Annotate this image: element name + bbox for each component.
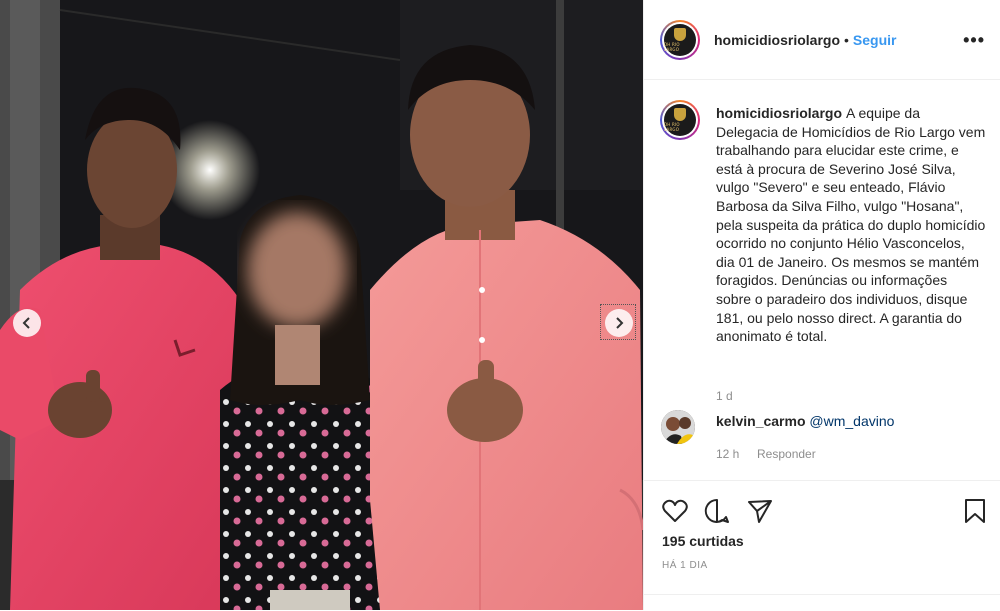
likes-count[interactable]: 195 curtidas bbox=[662, 533, 744, 549]
chevron-left-icon bbox=[22, 317, 30, 329]
author-avatar[interactable]: DH RIO LARGO bbox=[660, 20, 700, 60]
more-options-icon[interactable]: ••• bbox=[963, 30, 985, 51]
photo-illustration bbox=[0, 0, 643, 610]
post-photo[interactable] bbox=[0, 0, 643, 610]
caption-text: A equipe da Delegacia de Homicídios de R… bbox=[716, 105, 986, 345]
caption-author-avatar[interactable]: DH RIO LARGO bbox=[660, 100, 700, 140]
post-header: DH RIO LARGO homicidiosriolargo • Seguir •… bbox=[644, 0, 1000, 80]
comment-icon[interactable] bbox=[704, 498, 730, 524]
chevron-right-icon bbox=[616, 317, 624, 329]
agency-badge-logo: DH RIO LARGO bbox=[664, 104, 696, 136]
previous-photo-button[interactable] bbox=[13, 309, 41, 337]
next-photo-button[interactable] bbox=[605, 309, 633, 337]
reply-button[interactable]: Responder bbox=[757, 447, 816, 461]
post-date[interactable]: HÁ 1 DIA bbox=[662, 560, 708, 571]
bookmark-icon[interactable] bbox=[964, 498, 986, 524]
heart-icon[interactable] bbox=[662, 499, 688, 523]
author-username[interactable]: homicidiosriolargo bbox=[714, 32, 840, 48]
caption-timestamp[interactable]: 1 d bbox=[716, 389, 733, 403]
comment-username[interactable]: kelvin_carmo bbox=[716, 413, 806, 429]
agency-badge-logo: DH RIO LARGO bbox=[664, 24, 696, 56]
comment-timestamp[interactable]: 12 h bbox=[716, 447, 739, 461]
post-side-panel: DH RIO LARGO homicidiosriolargo • Seguir •… bbox=[643, 0, 1000, 610]
caption-author-username[interactable]: homicidiosriolargo bbox=[716, 105, 842, 121]
action-bar bbox=[644, 480, 1000, 523]
add-comment-area[interactable] bbox=[644, 594, 1000, 611]
commenter-photo bbox=[661, 410, 695, 444]
commenter-avatar[interactable] bbox=[661, 410, 695, 444]
post-caption: homicidiosriolargo A equipe da Delegacia … bbox=[716, 104, 986, 346]
comment-mention[interactable]: @wm_davino bbox=[809, 413, 894, 429]
comment-item: kelvin_carmo @wm_davino bbox=[716, 413, 894, 429]
follow-button[interactable]: Seguir bbox=[853, 32, 897, 48]
separator-dot: • bbox=[844, 32, 849, 48]
author-line: homicidiosriolargo • Seguir bbox=[714, 32, 897, 50]
paper-plane-icon[interactable] bbox=[747, 498, 773, 524]
